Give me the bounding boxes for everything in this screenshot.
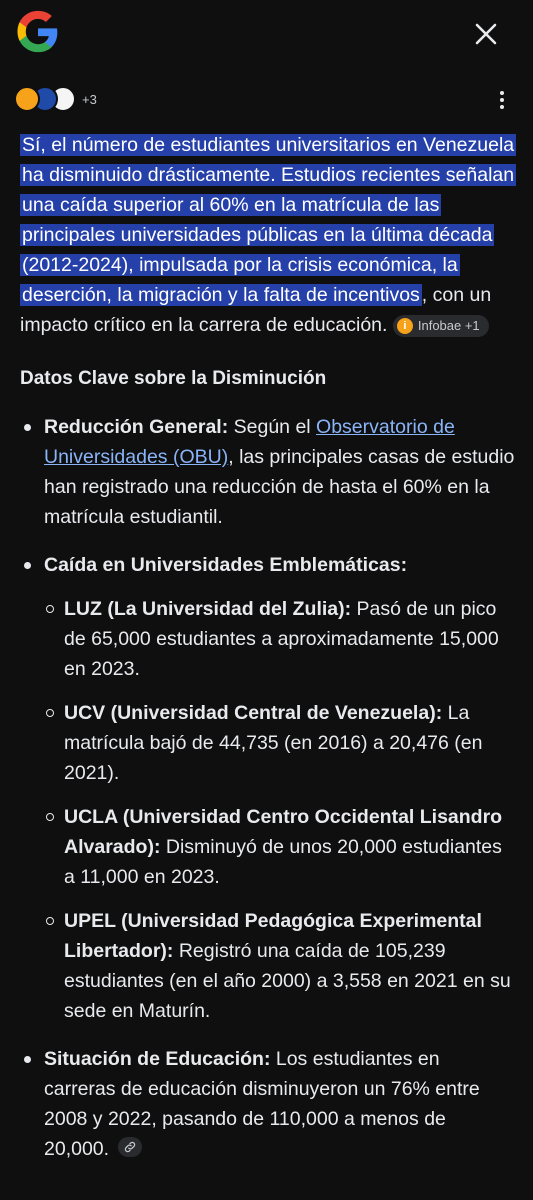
sublist-item: UCV (Universidad Central de Venezuela): … — [44, 698, 515, 788]
link-icon[interactable] — [118, 1137, 143, 1157]
key-facts-list: Reducción General: Según el Observatorio… — [20, 412, 515, 1164]
item-label: Situación de Educación: — [44, 1048, 271, 1070]
sublist-item: UCLA (Universidad Centro Occidental Lisa… — [44, 802, 515, 892]
highlighted-summary: Sí, el número de estudiantes universitar… — [20, 134, 517, 306]
sources-count: +3 — [82, 91, 97, 107]
universities-sublist: LUZ (La Universidad del Zulia): Pasó de … — [44, 594, 515, 1026]
sources-row[interactable]: +3 — [14, 84, 97, 114]
item-text: Según el — [228, 416, 317, 438]
source-chip[interactable]: i Infobae +1 — [392, 315, 489, 337]
google-logo — [17, 10, 58, 53]
subitem-label: UCV (Universidad Central de Venezuela): — [64, 702, 443, 724]
close-icon[interactable] — [468, 16, 504, 52]
infobae-icon: i — [396, 318, 413, 334]
section-heading: Datos Clave sobre la Disminución — [20, 368, 327, 389]
item-label: Caída en Universidades Emblemáticas: — [44, 554, 408, 576]
ai-overview-content: Sí, el número de estudiantes universitar… — [20, 130, 517, 1182]
item-label: Reducción General: — [44, 416, 229, 438]
source-chip-label: Infobae +1 — [417, 318, 480, 333]
list-item: Reducción General: Según el Observatorio… — [20, 412, 515, 532]
top-bar — [0, 0, 533, 68]
list-item: Caída en Universidades Emblemáticas: LUZ… — [20, 550, 515, 1026]
summary-paragraph: Sí, el número de estudiantes universitar… — [20, 130, 517, 340]
subitem-label: LUZ (La Universidad del Zulia): — [64, 598, 352, 620]
more-vert-icon[interactable] — [492, 88, 512, 112]
list-item: Situación de Educación: Los estudiantes … — [20, 1044, 515, 1164]
sublist-item: LUZ (La Universidad del Zulia): Pasó de … — [44, 594, 515, 684]
sublist-item: UPEL (Universidad Pedagógica Experimenta… — [44, 906, 515, 1026]
infobae-source-icon — [14, 86, 40, 112]
